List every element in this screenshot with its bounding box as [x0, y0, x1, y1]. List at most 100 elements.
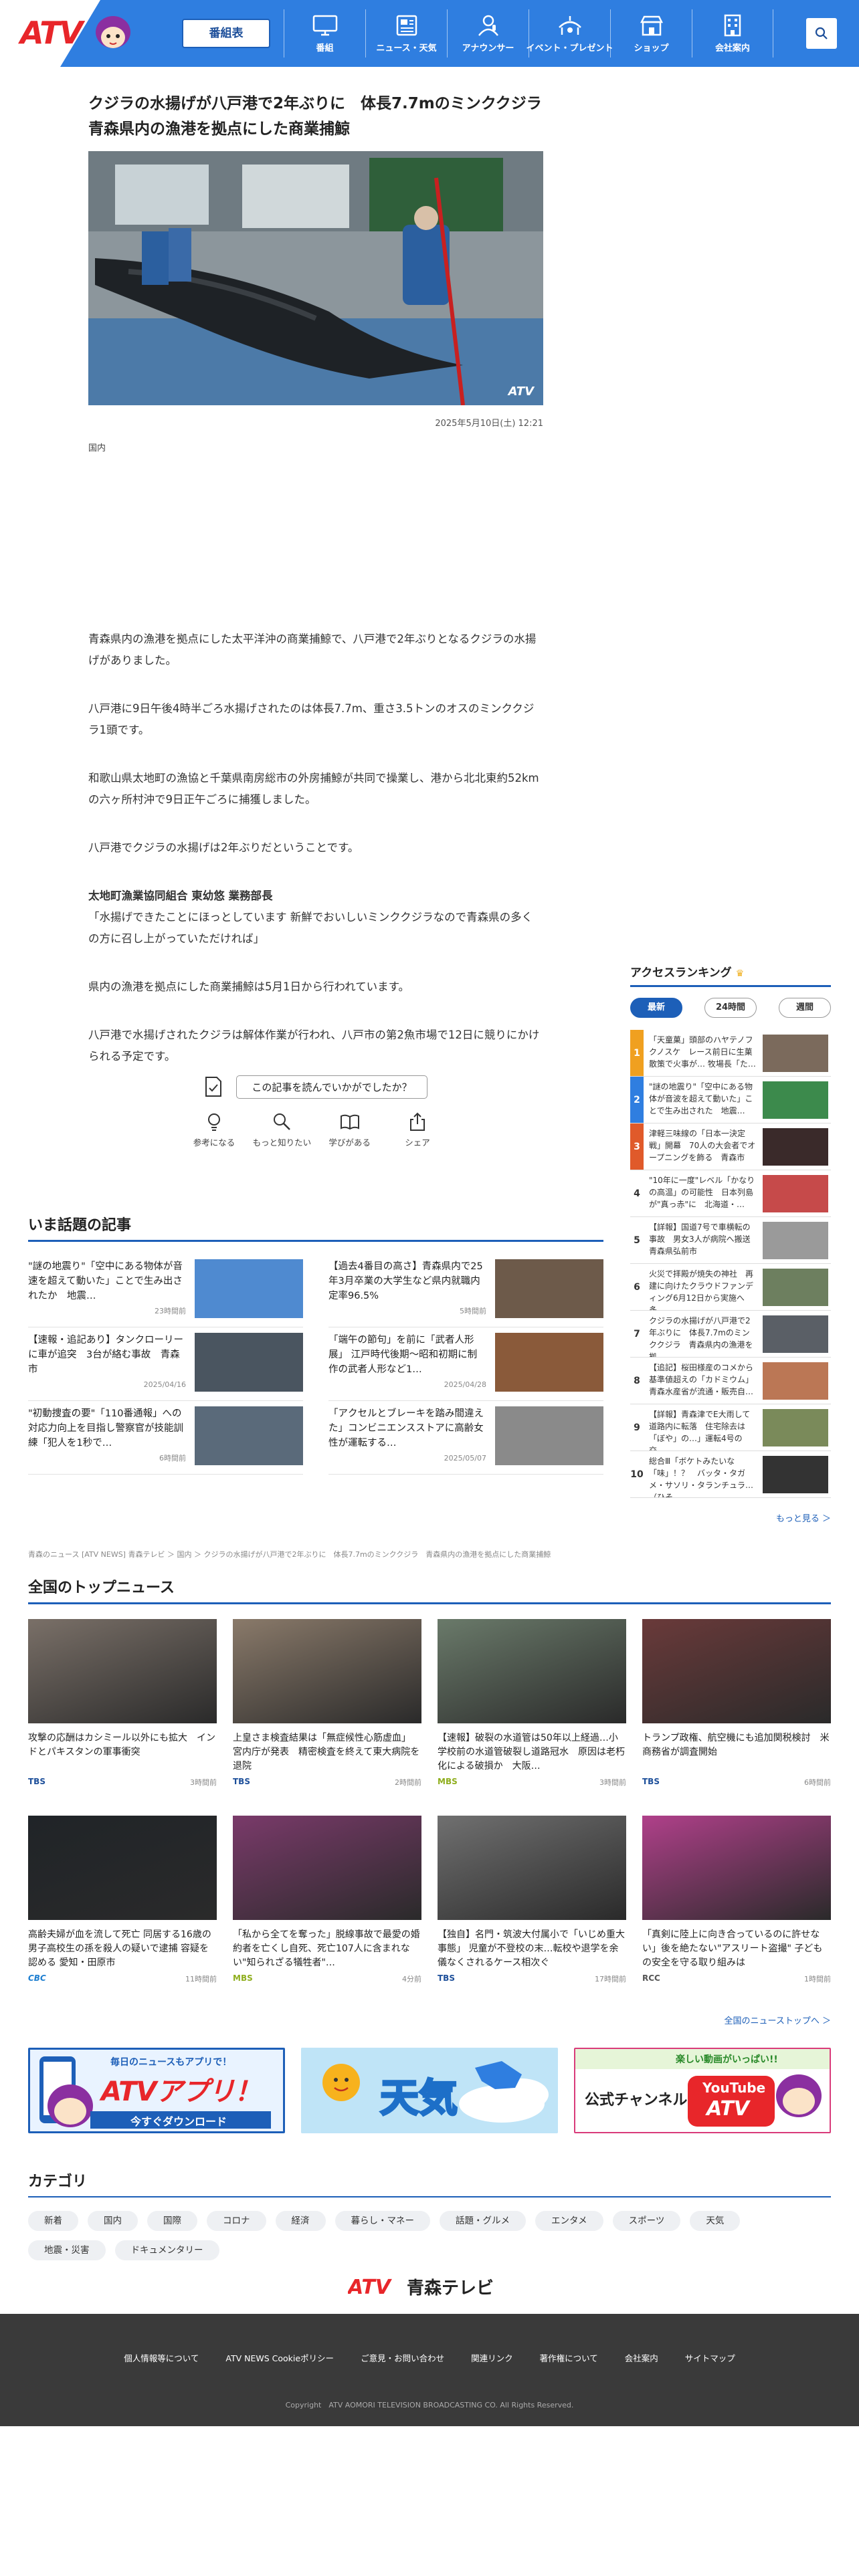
reaction-learn-button[interactable]: 学びがある	[318, 1111, 382, 1148]
ranking-item[interactable]: 7 クジラの水揚げが八戸港で2年ぶりに 体長7.7mのミンククジラ 青森県内の漁港…	[630, 1311, 831, 1358]
trending-title: いま話題の記事	[28, 1213, 603, 1242]
national-news-meta: TBS 6時間前	[642, 1777, 831, 1788]
national-news-date: 2時間前	[395, 1778, 421, 1787]
ranking-number: 9	[634, 1422, 640, 1433]
nav-item-announcer[interactable]: アナウンサー	[447, 9, 529, 58]
news-source-logo: MBS	[438, 1777, 458, 1786]
trending-item-text: 【過去4番目の高さ】青森県内で25年3月卒業の大学生など県内就職内定率96.5%…	[328, 1259, 486, 1327]
ranking-item[interactable]: 4 "10年に一度"レベル「かなりの高温」の可能性 日本列島が"真っ赤"に 北海道…	[630, 1170, 831, 1217]
ranking-item[interactable]: 2 "謎の地震り"「空中にある物体が音波を超えて動いた」ことで生み出された 地震…	[630, 1077, 831, 1123]
article-paragraph: 和歌山県太地町の漁協と千葉県南房総市の外房捕鯨が共同で操業し、港から北北東約52…	[88, 772, 539, 806]
nav-item-company[interactable]: 会社案内	[692, 9, 773, 58]
app-download-banner[interactable]: 毎日のニュースもアプリで！ ATVアプリ！ 今すぐダウンロード	[28, 2048, 285, 2133]
article-category[interactable]: 国内	[88, 441, 543, 453]
article-speaker: 太地町漁業協同組合 東幼悠 業務部長	[88, 889, 273, 902]
footer-logo[interactable]: ATV 青森テレビ	[348, 2275, 511, 2298]
ranking-item[interactable]: 6 火災で拝殿が焼失の神社 再建に向けたクラウドファンディング6月12日から実施へ…	[630, 1264, 831, 1311]
national-news-date: 6時間前	[804, 1778, 831, 1787]
youtube-banner[interactable]: 楽しい動画がいっぱい!! 公式チャンネル YouTube ATV	[574, 2048, 831, 2133]
footer-links: 個人情報等について ATV NEWS Cookieポリシー ご意見・お問い合わせ 関連…	[0, 2351, 859, 2364]
category-chip[interactable]: 新着	[28, 2211, 78, 2231]
national-news-card[interactable]: 高齢夫婦が血を流して死亡 同居する16歳の男子高校生の孫を殺人の疑いで逮捕 容疑…	[28, 1816, 217, 2012]
national-news-card[interactable]: 「私から全てを奪った」脱線事故で最愛の婚約者を亡くし自死、死亡107人に含まれな…	[233, 1816, 421, 2012]
footer-link[interactable]: サイトマップ	[685, 2351, 735, 2364]
category-chip[interactable]: 経済	[275, 2211, 326, 2231]
weather-banner[interactable]: 天気	[301, 2048, 558, 2133]
ranking-list: 1 「天童菓」頭部のハヤテノフクノスケ レース前日に生菓散策で火事が… 牧場長「た…	[630, 1030, 831, 1498]
trending-item[interactable]: "初動捜査の要"「110番通報」への対応力向上を目指し警察官が技能訓練「犯人を1…	[28, 1401, 303, 1475]
ranking-item[interactable]: 9 【詳報】青森津でE大雨して道路内に転落 住宅除去は「ぼや」の…」運転4号の交…	[630, 1404, 831, 1451]
ranking-tab-weekly[interactable]: 週間	[779, 998, 831, 1018]
national-news-card[interactable]: 【速報】破裂の水道管は50年以上経過…小学校前の水道管破裂し道路冠水 原因は老朽…	[438, 1619, 626, 1816]
category-chip[interactable]: 国際	[147, 2211, 197, 2231]
national-news-thumbnail	[438, 1619, 626, 1723]
nav-item-news[interactable]: ニュース・天気	[365, 9, 447, 58]
national-news-title: 【独自】名門・筑波大付属小で「いじめ重大事態」 児童が不登校の末…転校や退学を余…	[438, 1929, 625, 1968]
footer-link[interactable]: ATV NEWS Cookieポリシー	[225, 2351, 334, 2364]
ranking-item[interactable]: 8 【追記】桜田様産のコメから基準値超えの「カドミウム」青森水産省が流通・販売自…	[630, 1358, 831, 1404]
national-news-meta: MBS 3時間前	[438, 1777, 626, 1788]
nav-item-shop[interactable]: ショップ	[610, 9, 692, 58]
trending-item[interactable]: 【速報・追記あり】タンクローリーに車が追突 3台が絡む事故 青森市 2025/04…	[28, 1327, 303, 1401]
ranking-item[interactable]: 10 総合Ⅲ「ボケトみたいな「味」！？ バッタ・タガメ・サソリ・タランチュラ…（ひ…	[630, 1451, 831, 1498]
footer-link[interactable]: 関連リンク	[471, 2351, 513, 2364]
app-banner-line1: 毎日のニュースもアプリで！	[110, 2057, 232, 2068]
national-news-meta: TBS 2時間前	[233, 1777, 421, 1788]
trending-item-title: "初動捜査の要"「110番通報」への対応力向上を目指し警察官が技能訓練「犯人を1…	[28, 1408, 183, 1448]
trending-item[interactable]: 「端午の節句」を前に「武者人形展」 江戸時代後期〜昭和初期に制作の武者人形など1…	[328, 1327, 603, 1401]
trending-item[interactable]: 【過去4番目の高さ】青森県内で25年3月卒業の大学生など県内就職内定率96.5%…	[328, 1254, 603, 1327]
trending-thumbnail	[495, 1259, 603, 1318]
category-chip[interactable]: 国内	[88, 2211, 138, 2231]
category-chip[interactable]: 話題・グルメ	[440, 2211, 526, 2231]
national-more-link[interactable]: 全国のニューストップへ ＞	[28, 2014, 831, 2026]
breadcrumb[interactable]: 青森のニュース [ATV NEWS] 青森テレビ ＞ 国内 ＞ クジラの水揚げが…	[28, 1549, 551, 1560]
article-paragraph: 県内の漁港を拠点にした商業捕鯨は5月1日から行われています。	[88, 980, 410, 993]
ranking-item[interactable]: 5 【詳報】国道7号で車横転の事故 男女3人が病院へ搬送 青森県弘前市	[630, 1217, 831, 1264]
article-hero-image: ATV	[88, 151, 543, 405]
trending-item[interactable]: 「アクセルとブレーキを踏み間違えた」コンビニエンスストアに高齢女性が運転する… 2…	[328, 1401, 603, 1475]
site-footer: 個人情報等について ATV NEWS Cookieポリシー ご意見・お問い合わせ 関連…	[0, 2314, 859, 2426]
share-button[interactable]: シェア	[385, 1111, 450, 1148]
trending-item-text: "謎の地震り"「空中にある物体が音速を超えて動いた」ことで生み出されたか 地震……	[28, 1259, 186, 1327]
nav-item-event[interactable]: イベント・プレゼント	[527, 9, 613, 58]
category-chip[interactable]: 地震・災害	[28, 2240, 106, 2260]
national-news-date: 11時間前	[185, 1975, 217, 1983]
ranking-item[interactable]: 1 「天童菓」頭部のハヤテノフクノスケ レース前日に生菓散策で火事が… 牧場長「た…	[630, 1030, 831, 1077]
ranking-more-link[interactable]: もっと見る ＞	[630, 1511, 831, 1524]
category-chip[interactable]: 暮らし・マネー	[335, 2211, 430, 2231]
footer-link[interactable]: ご意見・お問い合わせ	[361, 2351, 444, 2364]
category-chip[interactable]: 天気	[690, 2211, 741, 2231]
trending-item-title: 「アクセルとブレーキを踏み間違えた」コンビニエンスストアに高齢女性が運転する…	[328, 1408, 484, 1448]
nav-item-bangumi[interactable]: 番組	[284, 9, 365, 58]
reaction-helpful-button[interactable]: 参考になる	[182, 1111, 246, 1148]
access-ranking: アクセスランキング ♛ 最新 24時間 週間 1 「天童菓」頭部のハヤテノフクノス…	[630, 963, 831, 1524]
ranking-number: 2	[630, 1077, 644, 1123]
national-news-card[interactable]: 攻撃の応酬はカシミール以外にも拡大 インドとパキスタンの軍事衝突 TBS 3時間前	[28, 1619, 217, 1816]
ranking-tab-latest[interactable]: 最新	[630, 998, 682, 1018]
trending-item[interactable]: "謎の地震り"「空中にある物体が音速を超えて動いた」ことで生み出されたか 地震……	[28, 1254, 303, 1327]
footer-link[interactable]: 個人情報等について	[124, 2351, 199, 2364]
national-news-card[interactable]: トランプ政権、航空機にも追加関税検討 米商務省が調査開始 TBS 6時間前	[642, 1619, 831, 1816]
national-news-thumbnail	[233, 1619, 421, 1723]
search-button[interactable]	[806, 18, 837, 49]
national-grid: 攻撃の応酬はカシミール以外にも拡大 インドとパキスタンの軍事衝突 TBS 3時間前 上…	[28, 1619, 831, 2012]
footer-link[interactable]: 著作権について	[540, 2351, 598, 2364]
ranking-tab-24h[interactable]: 24時間	[704, 998, 757, 1018]
bangumi-button[interactable]: 番組表	[182, 19, 270, 48]
national-news-card[interactable]: 上皇さま検査結果は「無症候性心筋虚血」 宮内庁が発表 精密検査を終えて東大病院を…	[233, 1619, 421, 1816]
category-chip[interactable]: コロナ	[207, 2211, 266, 2231]
footer-link[interactable]: 会社案内	[625, 2351, 658, 2364]
ranking-item[interactable]: 3 津軽三味線の「日本一決定戦」開幕 70人の大会者でオープニングを飾る 青森市	[630, 1123, 831, 1170]
national-news-card[interactable]: 「真剣に陸上に向き合っているのに許せない」後を絶たない"アスリート盗撮" 子ども…	[642, 1816, 831, 2012]
site-logo[interactable]: ATV	[20, 15, 83, 51]
reaction-more-button[interactable]: もっと知りたい	[250, 1111, 314, 1148]
category-chip[interactable]: ドキュメンタリー	[114, 2240, 219, 2260]
svg-text:ATV: ATV	[348, 2276, 393, 2298]
trending-item-title: 「端午の節句」を前に「武者人形展」 江戸時代後期〜昭和初期に制作の武者人形など1…	[328, 1335, 478, 1375]
national-news-card[interactable]: 【独自】名門・筑波大付属小で「いじめ重大事態」 児童が不登校の末…転校や退学を余…	[438, 1816, 626, 2012]
app-banner-line3: 今すぐダウンロード	[130, 2115, 227, 2128]
site-header: ATV 番組表 番組 ニュース・天気 アナウンサー イベント・プレゼント ショッ…	[0, 0, 859, 67]
category-chip[interactable]: スポーツ	[612, 2211, 681, 2231]
category-chip[interactable]: エンタメ	[535, 2211, 603, 2231]
ranking-thumbnail	[763, 1269, 828, 1306]
